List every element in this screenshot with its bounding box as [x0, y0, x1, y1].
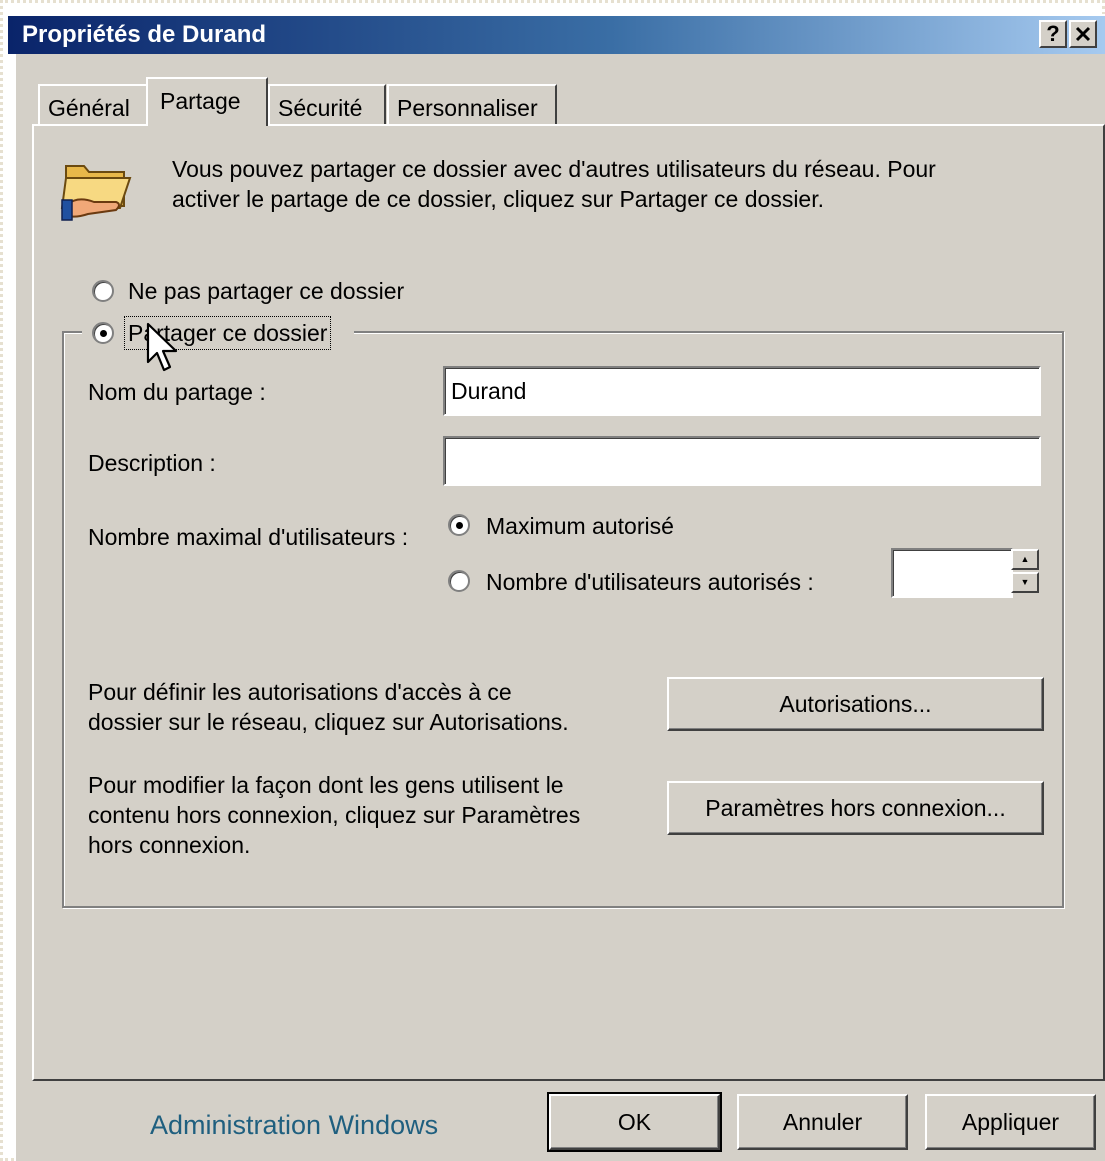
tab-general[interactable]: Général — [38, 84, 148, 124]
description-input[interactable] — [443, 436, 1041, 486]
spin-up-button[interactable]: ▲ — [1011, 549, 1039, 570]
permissions-text-line1: Pour définir les autorisations d'accès à… — [88, 679, 512, 705]
close-button[interactable] — [1069, 20, 1097, 48]
offline-settings-button[interactable]: Paramètres hors connexion... — [667, 781, 1044, 835]
allowed-users-label[interactable]: Nombre d'utilisateurs autorisés : — [486, 567, 814, 597]
radio-dot — [100, 330, 107, 337]
close-icon — [1075, 26, 1091, 42]
ok-button[interactable]: OK — [547, 1092, 722, 1152]
tab-sharing[interactable]: Partage — [146, 77, 268, 126]
no-share-label[interactable]: Ne pas partager ce dossier — [128, 276, 404, 306]
permissions-button[interactable]: Autorisations... — [667, 677, 1044, 731]
share-name-input[interactable] — [443, 366, 1041, 416]
description-label: Description : — [88, 450, 216, 476]
tab-security[interactable]: Sécurité — [268, 84, 386, 124]
allowed-users-radio[interactable] — [448, 570, 470, 592]
footer-caption: Administration Windows — [150, 1110, 439, 1140]
offline-text-line1: Pour modifier la façon dont les gens uti… — [88, 772, 564, 798]
max-allowed-label[interactable]: Maximum autorisé — [486, 511, 674, 541]
no-share-radio[interactable] — [92, 280, 114, 302]
permissions-text-line2: dossier sur le réseau, cliquez sur Autor… — [88, 709, 569, 735]
share-name-label: Nom du partage : — [88, 379, 266, 405]
apply-button[interactable]: Appliquer — [925, 1094, 1096, 1150]
help-button[interactable]: ? — [1039, 20, 1067, 48]
info-text-line1: Vous pouvez partager ce dossier avec d'a… — [172, 156, 936, 182]
user-limit-label: Nombre maximal d'utilisateurs : — [88, 524, 409, 550]
mouse-cursor-icon — [146, 322, 180, 380]
max-allowed-radio[interactable] — [448, 514, 470, 536]
info-text-line2: activer le partage de ce dossier, clique… — [172, 186, 825, 212]
allowed-users-spinner-input[interactable] — [891, 548, 1013, 598]
offline-text-line3: hors connexion. — [88, 832, 251, 858]
spin-down-button[interactable]: ▼ — [1011, 572, 1039, 593]
share-radio[interactable] — [92, 322, 114, 344]
shared-folder-icon — [58, 152, 134, 222]
tab-customize[interactable]: Personnaliser — [387, 84, 557, 124]
window-title: Propriétés de Durand — [22, 21, 267, 48]
active-tab-join — [148, 123, 266, 127]
radio-dot — [456, 522, 463, 529]
cancel-button[interactable]: Annuler — [737, 1094, 908, 1150]
offline-text-line2: contenu hors connexion, cliquez sur Para… — [88, 802, 581, 828]
